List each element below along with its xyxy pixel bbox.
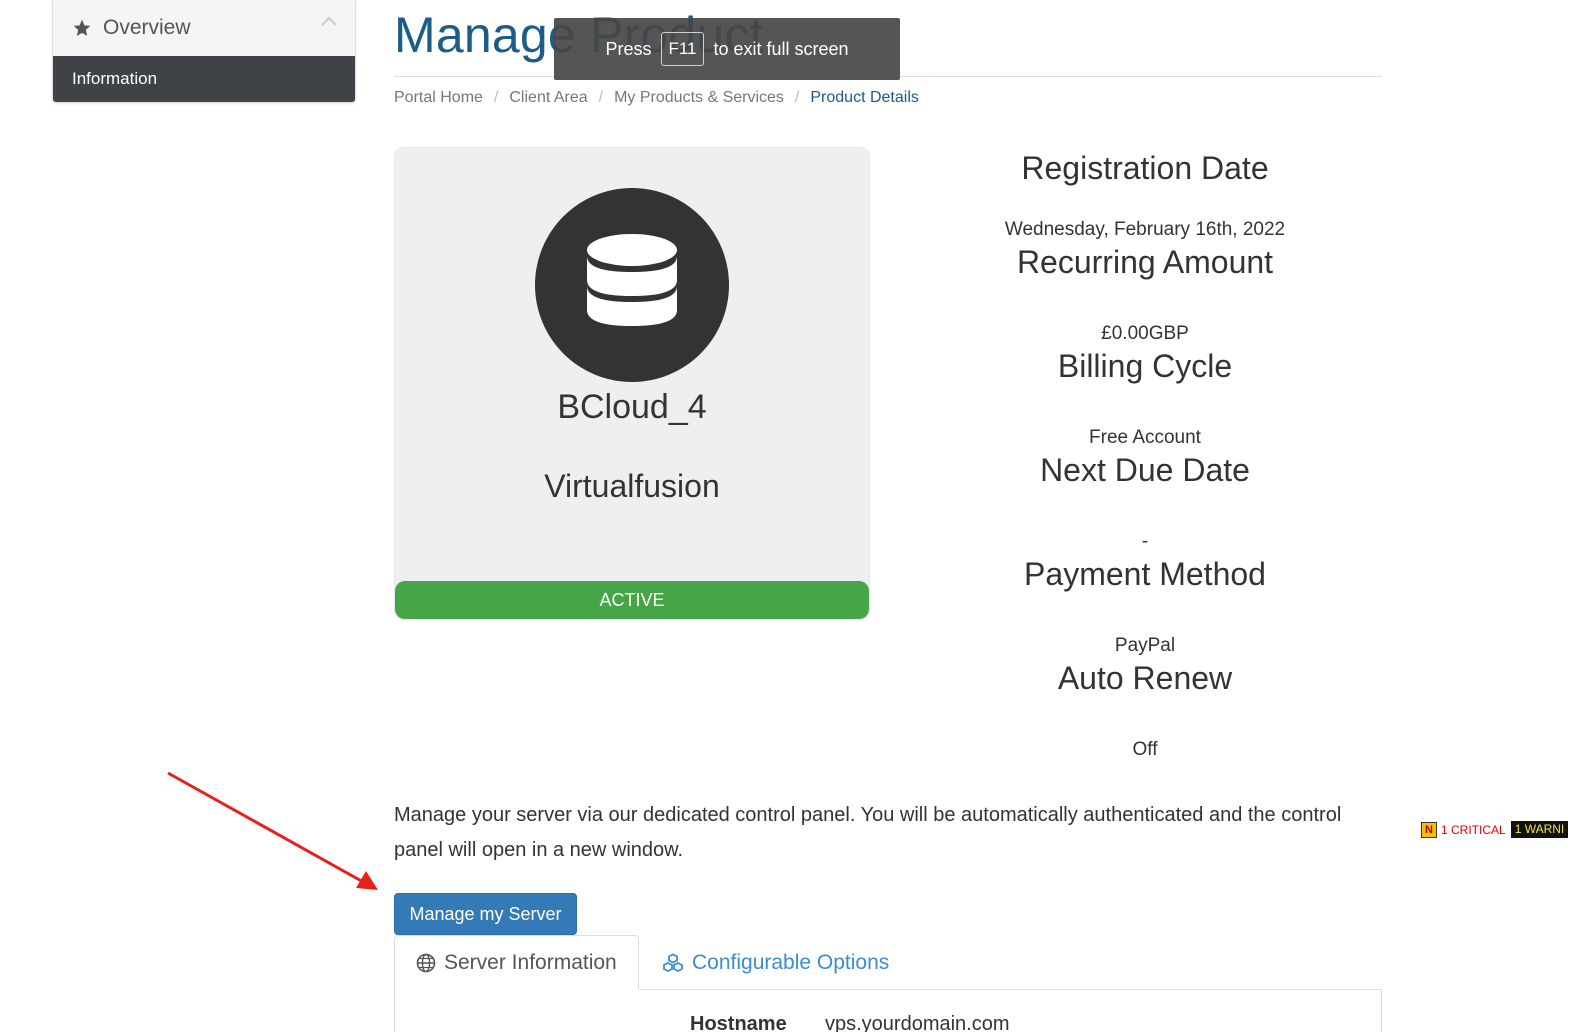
- debug-warning-count: 1 WARNI: [1510, 821, 1569, 838]
- sidebar: Overview Information: [52, 0, 356, 103]
- product-group: Virtualfusion: [544, 468, 720, 504]
- fullscreen-notice: Press F11 to exit full screen: [554, 18, 900, 80]
- globe-icon: [416, 953, 436, 972]
- breadcrumb-client-area[interactable]: Client Area: [509, 89, 587, 107]
- detail-value-registration-date: Wednesday, February 16th, 2022: [1004, 219, 1286, 240]
- product-details-list: Registration Date Wednesday, February 16…: [940, 148, 1350, 762]
- hostname-value: vps.yourdomain.com: [825, 1013, 1010, 1032]
- detail-value-next-due-date: -: [1141, 531, 1149, 552]
- detail-value-auto-renew: Off: [1132, 739, 1158, 760]
- cubes-icon: [663, 952, 683, 972]
- tab-server-information[interactable]: Server Information: [394, 935, 639, 990]
- breadcrumb-product-details: Product Details: [810, 89, 919, 106]
- detail-value-payment-method: PayPal: [1114, 635, 1176, 656]
- detail-label-payment-method: Payment Method: [1024, 556, 1266, 592]
- product-tabs: Server Information Configurable Options …: [394, 935, 1382, 1032]
- hostname-label: Hostname: [690, 1013, 787, 1032]
- tab-configurable-options[interactable]: Configurable Options: [642, 935, 909, 990]
- manage-description: Manage your server via our dedicated con…: [394, 804, 1342, 861]
- tab-label: Configurable Options: [692, 950, 890, 974]
- detail-label-registration-date: Registration Date: [1021, 150, 1269, 186]
- breadcrumb-separator: /: [493, 89, 499, 106]
- sidebar-panel-header-overview[interactable]: Overview: [53, 0, 355, 56]
- detail-value-recurring-amount: £0.00GBP: [1101, 323, 1189, 344]
- breadcrumb-products-services[interactable]: My Products & Services: [614, 89, 784, 107]
- breadcrumb-separator: /: [598, 89, 604, 106]
- debug-logo-icon: N: [1421, 821, 1437, 838]
- breadcrumb: Portal Home / Client Area / My Products …: [394, 89, 919, 107]
- detail-value-billing-cycle: Free Account: [1089, 427, 1201, 448]
- sidebar-header-label: Overview: [103, 16, 191, 39]
- breadcrumb-portal-home[interactable]: Portal Home: [394, 89, 483, 107]
- star-icon: [73, 19, 91, 36]
- status-badge: ACTIVE: [395, 581, 869, 619]
- sidebar-item-information[interactable]: Information: [53, 56, 355, 102]
- tab-label: Server Information: [444, 950, 617, 974]
- fullscreen-notice-suffix: to exit full screen: [713, 38, 849, 59]
- database-icon: [587, 234, 677, 326]
- detail-label-next-due-date: Next Due Date: [1040, 452, 1250, 488]
- product-icon-circle: [535, 188, 729, 382]
- breadcrumb-separator: /: [794, 89, 800, 106]
- fullscreen-notice-key: F11: [661, 32, 704, 66]
- detail-label-recurring-amount: Recurring Amount: [1016, 244, 1274, 280]
- fullscreen-notice-prefix: Press: [605, 38, 652, 59]
- product-card: BCloud_4 Virtualfusion ACTIVE: [394, 147, 870, 620]
- detail-label-auto-renew: Auto Renew: [1057, 660, 1233, 696]
- manage-server-button[interactable]: Manage my Server: [394, 893, 577, 935]
- server-information-panel: Hostname vps.yourdomain.com: [394, 989, 1382, 1032]
- annotation-arrow-icon: [167, 771, 378, 890]
- detail-label-billing-cycle: Billing Cycle: [1057, 348, 1233, 384]
- product-name: BCloud_4: [557, 388, 707, 426]
- debug-critical-count: 1 CRITICAL: [1441, 822, 1506, 837]
- debug-toolbar-badge[interactable]: N 1 CRITICAL 1 WARNI: [1421, 821, 1569, 838]
- chevron-up-icon[interactable]: [321, 16, 337, 26]
